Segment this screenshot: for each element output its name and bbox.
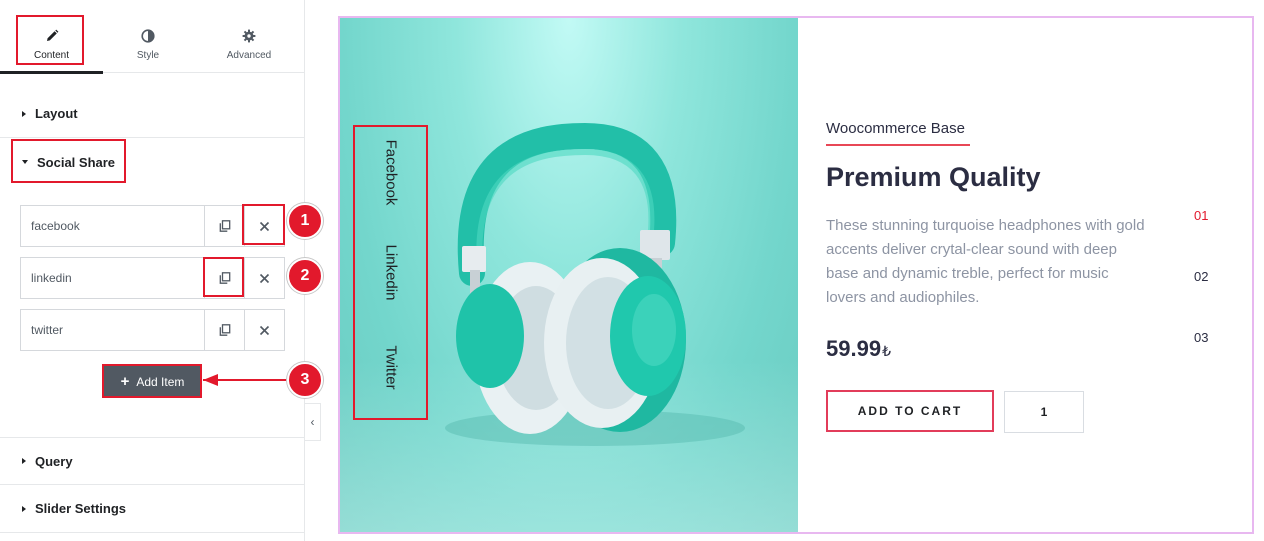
annotation-badge-2: 2 [287, 258, 323, 294]
product-info: Woocommerce Base Premium Quality These s… [798, 18, 1252, 532]
slide-dot-01[interactable]: 01 [1194, 208, 1208, 223]
product-price: 59.99₺ [826, 336, 891, 362]
slide-dot-02[interactable]: 02 [1194, 269, 1208, 284]
social-share-links: Facebook Linkedin Twitter [354, 126, 428, 420]
share-link-twitter[interactable]: Twitter [354, 327, 428, 407]
product-title[interactable]: Premium Quality [826, 162, 1041, 193]
add-to-cart-button[interactable]: ADD TO CART [826, 390, 994, 432]
share-link-linkedin[interactable]: Linkedin [354, 232, 428, 312]
product-description: These stunning turquoise headphones with… [826, 217, 1145, 306]
arrow-head-icon [203, 374, 218, 386]
price-value: 59.99 [826, 336, 882, 361]
quantity-input[interactable]: 1 [1004, 391, 1084, 433]
annotation-badge-1: 1 [287, 203, 323, 239]
currency-symbol: ₺ [882, 343, 891, 359]
chevron-left-icon: ‹ [310, 415, 315, 429]
product-image: Facebook Linkedin Twitter [340, 18, 798, 532]
slide-dot-03[interactable]: 03 [1194, 330, 1208, 345]
share-link-facebook[interactable]: Facebook [354, 132, 428, 212]
panel-collapse-toggle[interactable]: ‹ [305, 403, 321, 441]
product-category[interactable]: Woocommerce Base [826, 120, 965, 137]
category-underline [826, 144, 970, 146]
screen: Content Style Advanced Layout Social Sha… [0, 0, 1264, 541]
product-slider-preview: Facebook Linkedin Twitter Woocommerce Ba… [338, 16, 1254, 534]
annotation-badge-3: 3 [287, 362, 323, 398]
